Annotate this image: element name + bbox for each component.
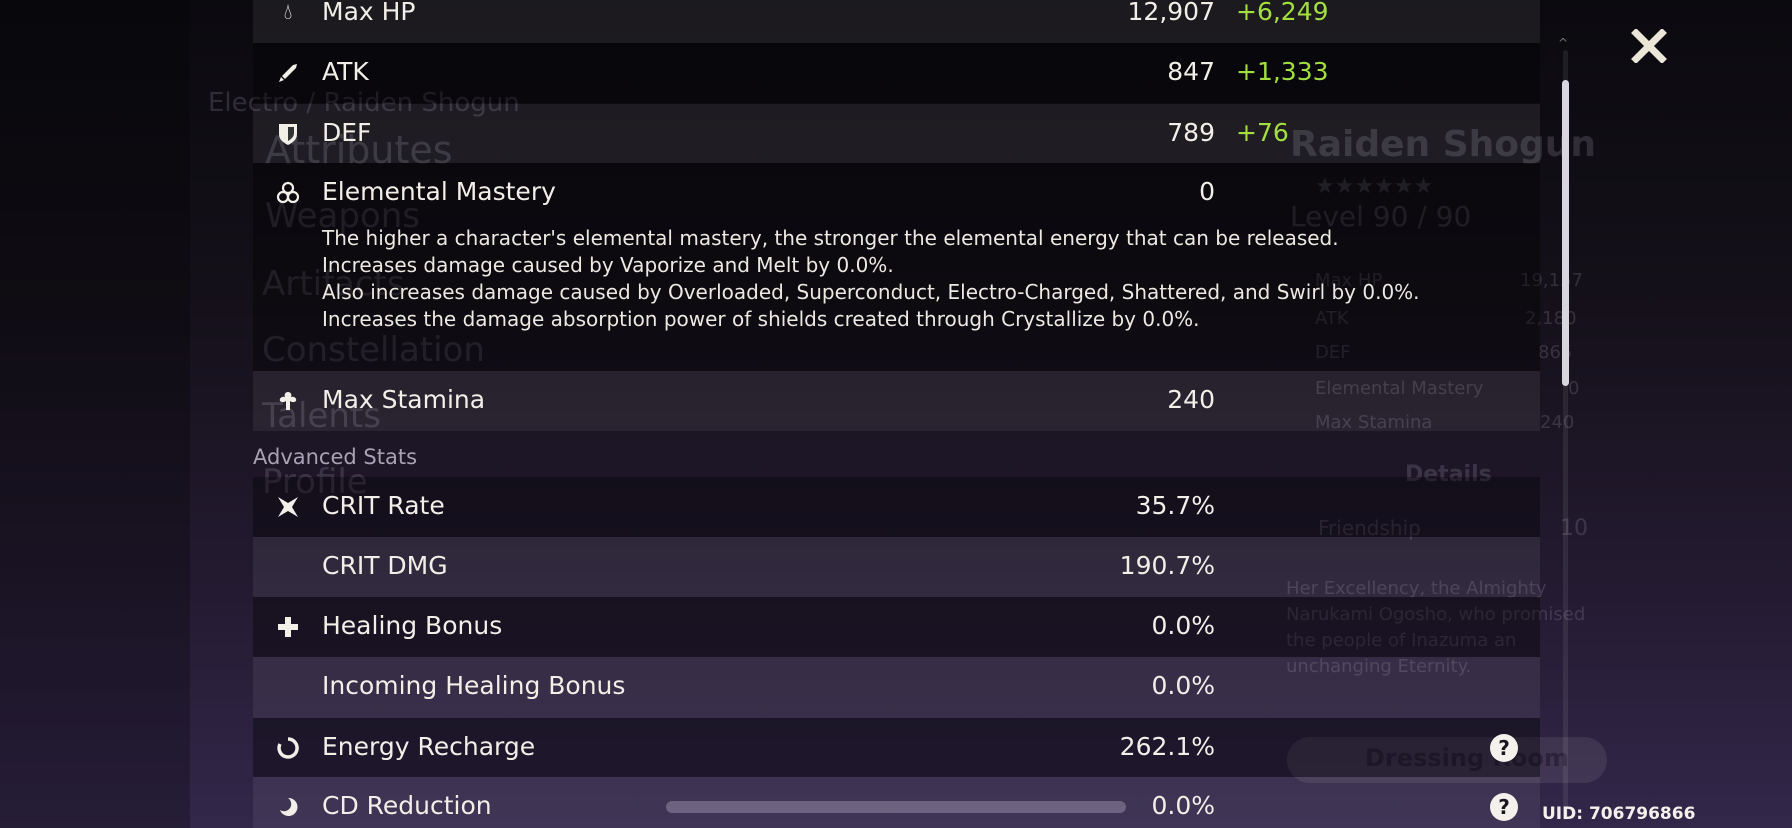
stat-row-healing-bonus: Healing Bonus 0.0% <box>253 597 1540 657</box>
close-button[interactable] <box>1627 24 1671 68</box>
crit-icon <box>275 494 301 520</box>
scroll-up-arrow-icon[interactable]: ^ <box>1558 36 1568 50</box>
uid-label: UID: 706796866 <box>1542 804 1696 824</box>
close-icon <box>1631 29 1667 63</box>
stat-value: 0.0% <box>1151 611 1215 640</box>
advanced-stats-panel: CRIT Rate 35.7% CRIT DMG 190.7% Healing … <box>253 0 1540 828</box>
stat-label: CD Reduction <box>322 791 492 820</box>
cooldown-icon <box>275 794 301 820</box>
stat-label: CRIT DMG <box>322 551 448 580</box>
cd-reduction-help-icon[interactable]: ? <box>1490 793 1518 821</box>
stat-label: CRIT Rate <box>322 491 445 520</box>
stat-value: 35.7% <box>1135 491 1215 520</box>
energy-recharge-help-icon[interactable]: ? <box>1490 734 1518 762</box>
scrollbar-thumb[interactable] <box>1562 80 1569 386</box>
stat-value: 0.0% <box>1151 791 1215 820</box>
summary-stat-value: 240 <box>1540 412 1575 433</box>
stat-row-crit-dmg: CRIT DMG 190.7% <box>253 537 1540 597</box>
stat-row-incoming-healing-bonus: Incoming Healing Bonus 0.0% <box>253 657 1540 718</box>
stat-label: Healing Bonus <box>322 611 503 640</box>
character-nav-rail <box>0 0 190 828</box>
horizontal-scrollbar[interactable] <box>666 801 1126 813</box>
stat-value: 262.1% <box>1119 732 1215 761</box>
stat-row-energy-recharge: Energy Recharge 262.1% <box>253 718 1540 777</box>
stat-row-crit-rate: CRIT Rate 35.7% <box>253 477 1540 537</box>
stat-value: 0.0% <box>1151 671 1215 700</box>
stat-value: 190.7% <box>1119 551 1215 580</box>
summary-stat-value: 0 <box>1568 378 1580 399</box>
stat-label: Incoming Healing Bonus <box>322 671 626 700</box>
cross-icon <box>275 614 301 640</box>
stat-label: Energy Recharge <box>322 732 536 761</box>
energy-icon <box>275 735 301 761</box>
